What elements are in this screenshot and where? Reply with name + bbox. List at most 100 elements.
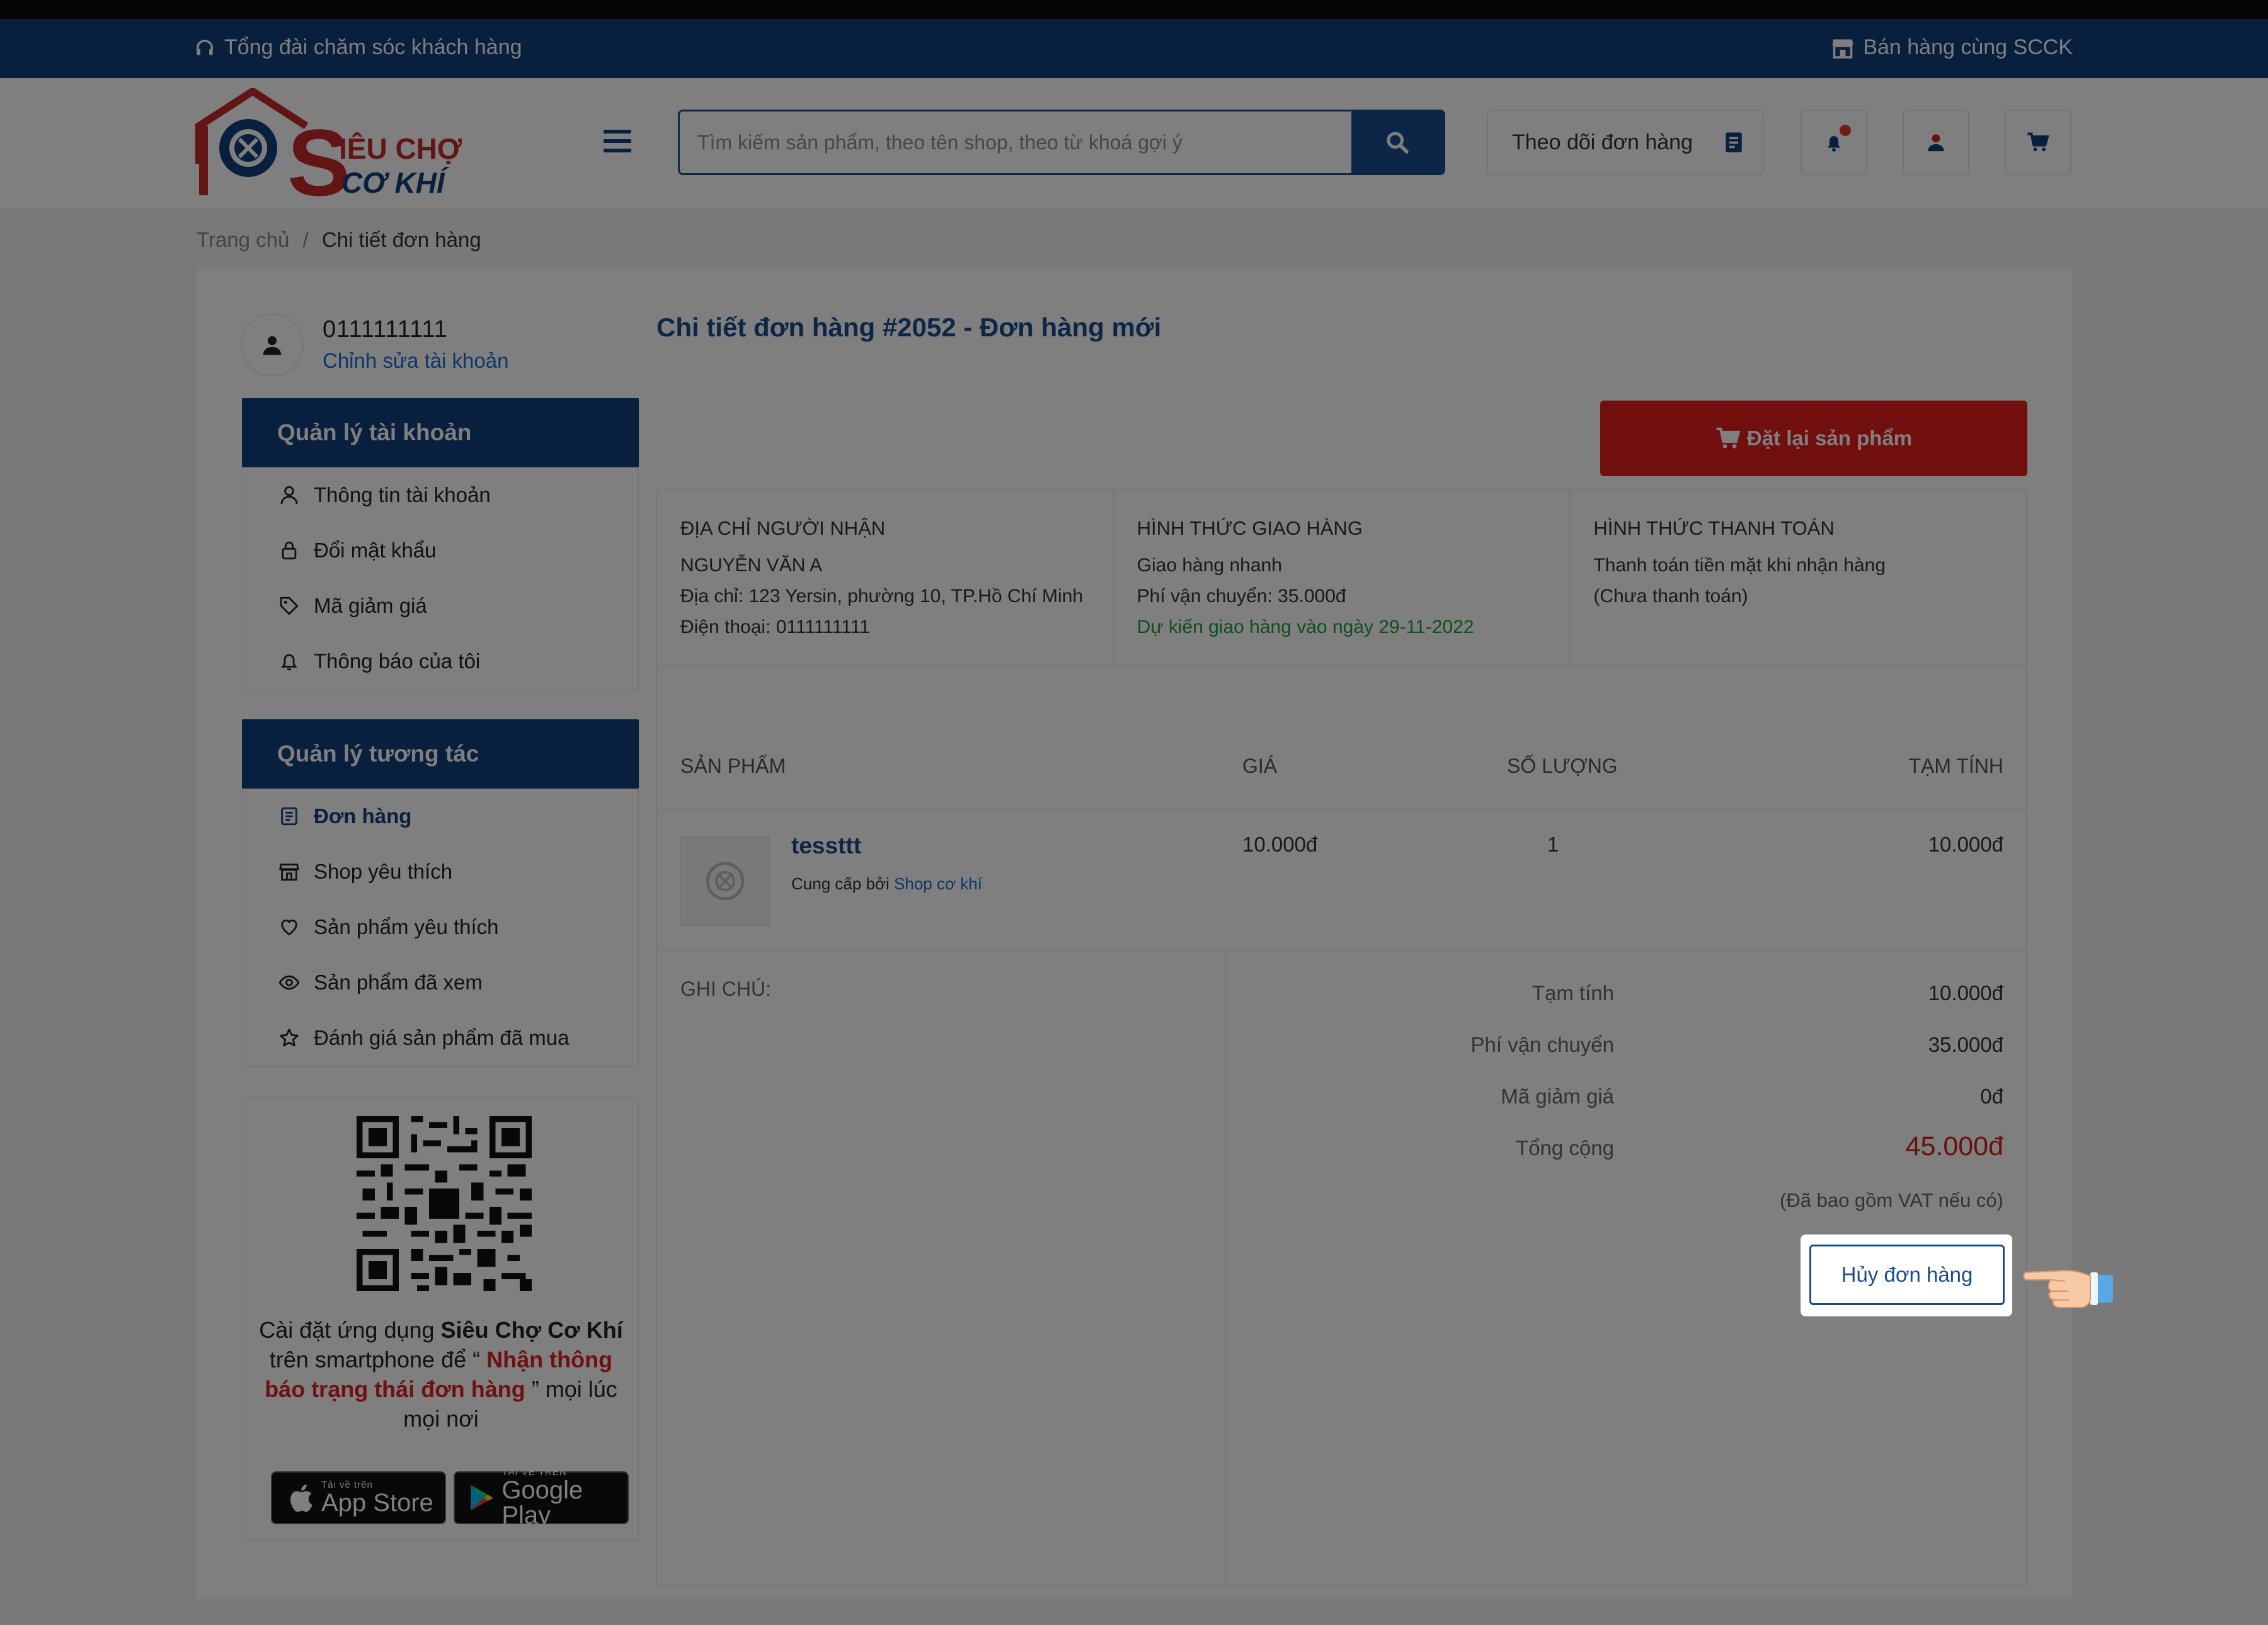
breadcrumb-home-link[interactable]: Trang chủ	[197, 228, 289, 251]
order-tracking-icon	[1726, 132, 1742, 152]
vat-note: (Đã bao gồm VAT nếu có)	[1780, 1189, 2003, 1211]
column-header-quantity: SỐ LƯỢNG	[1507, 755, 1618, 777]
sidebar-item-label: Sản phẩm đã xem	[314, 971, 483, 994]
sidebar-item-label: Thông tin tài khoản	[314, 483, 491, 506]
sidebar-item-review-purchased[interactable]: Đánh giá sản phẩm đã mua	[243, 1010, 638, 1066]
product-supplier: Cung cấp bởi Shop cơ khí	[791, 874, 982, 893]
column-header-price: GIÁ	[1242, 755, 1278, 777]
recipient-name: NGUYỄN VĂN A	[680, 555, 823, 576]
sidebar-item-orders[interactable]: Đơn hàng	[243, 789, 638, 844]
cancel-order-button[interactable]: Hủy đơn hàng	[1809, 1245, 2005, 1305]
sidebar-item-label: Đánh giá sản phẩm đã mua	[314, 1026, 570, 1049]
payment-status: (Chưa thanh toán)	[1593, 586, 1748, 607]
product-thumbnail[interactable]	[680, 836, 770, 926]
store-icon	[279, 864, 299, 881]
page-title: Chi tiết đơn hàng #2052 - Đơn hàng mới	[656, 312, 1162, 342]
summary-subtotal-value: 10.000đ	[1928, 981, 2003, 1005]
supplier-link[interactable]: Shop cơ khí	[894, 874, 982, 893]
app-promo-text: Cài đặt ứng dụng Siêu Chợ Cơ Khí trên sm…	[259, 1317, 623, 1432]
orders-icon	[281, 807, 297, 826]
bell-icon	[281, 654, 297, 671]
summary-discount-value: 0đ	[1980, 1085, 2003, 1108]
note-label: GHI CHÚ:	[680, 978, 771, 1000]
account-phone: 0111111111	[323, 316, 448, 343]
payment-info: HÌNH THỨC THANH TOÁN Thanh toán tiền mặt…	[1571, 490, 2026, 665]
app-store-button[interactable]: Tải về trên App Store	[271, 1471, 446, 1524]
divider	[1225, 950, 1226, 1586]
star-icon	[280, 1029, 299, 1047]
placeholder-gear-icon	[706, 862, 745, 901]
sidebar-item-account-info[interactable]: Thông tin tài khoản	[243, 467, 638, 523]
svg-text:IÊU CHỢ: IÊU CHỢ	[339, 132, 462, 165]
summary-subtotal-label: Tạm tính	[1532, 981, 1614, 1005]
payment-heading: HÌNH THỨC THANH TOÁN	[1593, 517, 1835, 539]
heart-icon	[281, 920, 297, 936]
sell-with-us-link[interactable]: Bán hàng cùng SCCK	[1831, 35, 2073, 60]
user-icon	[280, 486, 298, 505]
user-avatar-icon	[263, 336, 282, 355]
recipient-phone: Điện thoại: 0111111111	[680, 617, 870, 637]
breadcrumb: Trang chủ / Chi tiết đơn hàng	[197, 228, 481, 252]
sidebar-item-label: Mã giảm giá	[314, 594, 427, 617]
summary-total-label: Tổng cộng	[1516, 1136, 1614, 1160]
avatar	[241, 314, 304, 377]
column-header-subtotal: TẠM TÍNH	[1908, 755, 2003, 777]
edit-account-link[interactable]: Chỉnh sửa tài khoản	[323, 349, 508, 373]
site-logo[interactable]: S IÊU CHỢ CƠ KHÍ	[193, 88, 464, 202]
support-hotline[interactable]: Tổng đài chăm sóc khách hàng	[194, 35, 522, 60]
search-bar	[678, 110, 1445, 175]
sidebar-item-favorite-products[interactable]: Sản phẩm yêu thích	[243, 899, 638, 955]
breadcrumb-current: Chi tiết đơn hàng	[321, 228, 481, 251]
recipient-info: ĐỊA CHỈ NGƯỜI NHẬN NGUYỄN VĂN A Địa chỉ:…	[658, 490, 1114, 665]
store-icon	[1832, 39, 1853, 59]
qr-code	[357, 1116, 532, 1291]
summary-discount-label: Mã giảm giá	[1501, 1085, 1614, 1108]
sidebar-item-vouchers[interactable]: Mã giảm giá	[243, 578, 638, 634]
interaction-management-menu: Đơn hàng Shop yêu thích Sản phẩm yêu thí…	[242, 789, 639, 1067]
lock-icon	[282, 541, 297, 560]
svg-text:CƠ KHÍ: CƠ KHÍ	[341, 166, 449, 199]
main-content: 0111111111 Chỉnh sửa tài khoản Quản lý t…	[197, 268, 2071, 1599]
sidebar-item-change-password[interactable]: Đổi mật khẩu	[243, 523, 638, 578]
shipping-method: Giao hàng nhanh	[1137, 555, 1282, 576]
track-order-button[interactable]: Theo dõi đơn hàng	[1487, 110, 1764, 175]
sidebar-item-favorite-shops[interactable]: Shop yêu thích	[243, 844, 638, 899]
sidebar-item-viewed-products[interactable]: Sản phẩm đã xem	[243, 955, 638, 1010]
header: S IÊU CHỢ CƠ KHÍ Theo dõi đơn hàng	[0, 78, 2268, 208]
cart-icon	[1716, 427, 1741, 448]
product-price: 10.000đ	[1242, 833, 1318, 856]
sidebar-item-label: Sản phẩm yêu thích	[314, 915, 499, 938]
account-management-menu: Thông tin tài khoản Đổi mật khẩu Mã giảm…	[242, 467, 639, 690]
order-items: SẢN PHẨM GIÁ SỐ LƯỢNG TẠM TÍNH tessttt C…	[656, 666, 2027, 1586]
reorder-button[interactable]: Đặt lại sản phẩm	[1600, 401, 2027, 476]
cart-button[interactable]	[2005, 110, 2071, 175]
product-name-link[interactable]: tessttt	[791, 833, 861, 859]
eye-icon	[278, 975, 300, 990]
app-store-label: App Store	[321, 1489, 433, 1517]
support-label: Tổng đài chăm sóc khách hàng	[224, 35, 522, 59]
recipient-heading: ĐỊA CHỈ NGƯỜI NHẬN	[680, 517, 886, 539]
product-quantity: 1	[1547, 833, 1559, 856]
headset-icon	[196, 39, 214, 55]
account-summary: 0111111111 Chỉnh sửa tài khoản	[241, 314, 638, 377]
reorder-label: Đặt lại sản phẩm	[1746, 426, 1913, 450]
sidebar-item-label: Đổi mật khẩu	[314, 539, 437, 562]
notifications-button[interactable]	[1801, 110, 1867, 175]
cart-icon	[2027, 132, 2049, 152]
recipient-address: Địa chỉ: 123 Yersin, phường 10, TP.Hồ Ch…	[680, 586, 1084, 607]
top-strip	[0, 0, 2268, 19]
search-icon	[1387, 132, 1409, 154]
tag-icon	[280, 596, 299, 615]
google-play-label: Google Play	[501, 1476, 583, 1529]
order-info: ĐỊA CHỈ NGƯỜI NHẬN NGUYỄN VĂN A Địa chỉ:…	[656, 489, 2027, 666]
google-play-button[interactable]: TẢI VỀ TRÊN Google Play	[454, 1468, 629, 1528]
search-input[interactable]	[680, 111, 1354, 173]
sidebar-item-notifications[interactable]: Thông báo của tôi	[243, 634, 638, 689]
account-button[interactable]	[1903, 110, 1969, 175]
summary-shipping-value: 35.000đ	[1928, 1033, 2003, 1056]
search-button[interactable]	[1351, 111, 1443, 173]
user-icon	[1928, 134, 1944, 152]
sidebar-item-label: Thông báo của tôi	[314, 649, 481, 673]
track-order-label: Theo dõi đơn hàng	[1512, 130, 1693, 154]
menu-toggle-button[interactable]	[604, 130, 631, 152]
